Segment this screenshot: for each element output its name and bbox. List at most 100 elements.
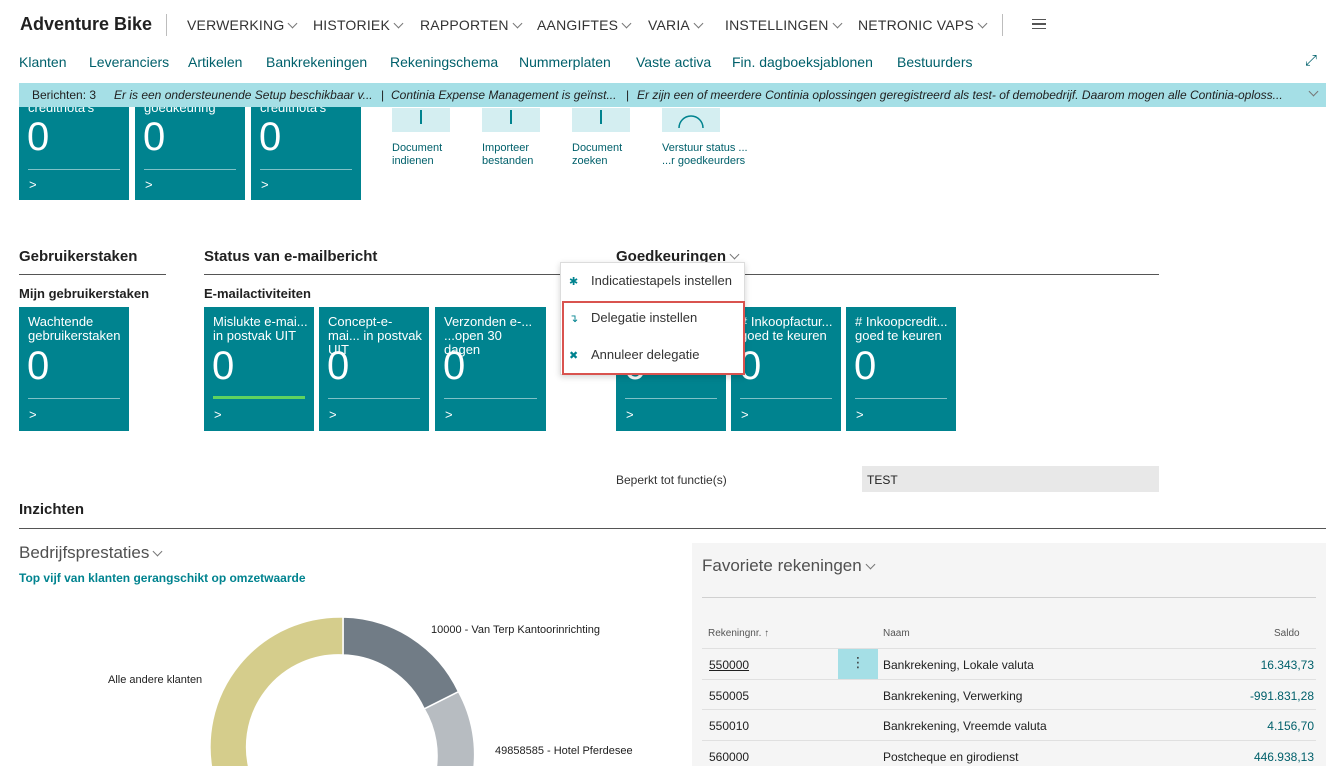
- cell-name: Postcheque en girodienst: [883, 750, 1019, 764]
- chevron-down-icon: [977, 18, 988, 29]
- action-label[interactable]: Verstuur status ... ...r goedkeurders: [662, 142, 748, 168]
- chevron-down-icon[interactable]: [1308, 86, 1319, 97]
- table-row[interactable]: 560000 Postcheque en girodienst 446.938,…: [702, 740, 1316, 766]
- notification-bar[interactable]: Berichten: 3 Er is een ondersteunende Se…: [19, 83, 1326, 107]
- menu-item-label: Indicatiestapels instellen: [591, 273, 732, 288]
- navlink-bankrekeningen[interactable]: Bankrekeningen: [266, 54, 367, 70]
- chevron-down-icon: [621, 18, 632, 29]
- divider: [166, 14, 167, 36]
- navlink-klanten[interactable]: Klanten: [19, 54, 66, 70]
- chevron-right-icon: >: [445, 407, 453, 422]
- notification-message[interactable]: Continia Expense Management is geïnst...: [391, 88, 616, 102]
- notification-count[interactable]: Berichten: 3: [32, 88, 96, 102]
- action-label[interactable]: Importeer bestanden: [482, 142, 533, 168]
- cue-tile-wachtende-gebruikerstaken[interactable]: Wachtende gebruikerstaken 0 >: [19, 307, 129, 431]
- chevron-right-icon: >: [741, 407, 749, 422]
- hamburger-menu-icon[interactable]: [1032, 19, 1046, 29]
- cue-tile-mislukte-email[interactable]: Mislukte e-mai... in postvak UIT 0 >: [204, 307, 314, 431]
- action-label[interactable]: Document indienen: [392, 142, 442, 168]
- separator: |: [381, 88, 385, 102]
- action-label[interactable]: Document zoeken: [572, 142, 622, 168]
- chevron-down-icon: [152, 546, 163, 557]
- tile-value: 0: [259, 115, 282, 159]
- cue-tile-concept-email[interactable]: Concept-e-mai... in postvak UIT 0 >: [319, 307, 429, 431]
- tile-value: 0: [854, 344, 877, 388]
- divider: [625, 398, 717, 399]
- cue-tile[interactable]: goedkeuring 0 >: [135, 107, 245, 200]
- action-document-indienen[interactable]: [392, 108, 450, 132]
- divider: [1002, 14, 1003, 36]
- navlink-leveranciers[interactable]: Leveranciers: [89, 54, 169, 70]
- expand-icon[interactable]: ⤢: [1305, 52, 1317, 69]
- cell-nr[interactable]: 550010: [709, 719, 749, 733]
- tile-label: Mislukte e-mai... in postvak UIT: [213, 314, 308, 343]
- menu-instellingen[interactable]: INSTELLINGEN: [725, 17, 842, 33]
- company-name[interactable]: Adventure Bike: [20, 14, 152, 35]
- menu-aangiftes[interactable]: AANGIFTES: [537, 17, 632, 33]
- cue-tile[interactable]: creditnota's 0 >: [19, 107, 129, 200]
- menu-historiek[interactable]: HISTORIEK: [313, 17, 404, 33]
- navlink-rekeningschema[interactable]: Rekeningschema: [390, 54, 498, 70]
- menu-item-indicatiestapels[interactable]: ✱ Indicatiestapels instellen: [569, 273, 732, 288]
- function-field[interactable]: TEST: [862, 466, 1159, 492]
- tile-value: 0: [27, 344, 50, 388]
- divider: [144, 169, 236, 170]
- chevron-down-icon: [287, 18, 298, 29]
- navlink-nummerplaten[interactable]: Nummerplaten: [519, 54, 611, 70]
- divider: [328, 398, 420, 399]
- chevron-right-icon: >: [626, 407, 634, 422]
- tile-value: 0: [27, 115, 50, 159]
- chevron-right-icon: >: [29, 407, 37, 422]
- cell-saldo[interactable]: -991.831,28: [1250, 689, 1314, 703]
- chevron-right-icon: >: [145, 177, 153, 192]
- tile-label: Wachtende gebruikerstaken: [28, 314, 121, 343]
- section-title-email-status: Status van e-mailbericht: [204, 248, 378, 265]
- column-header-rekeningnr[interactable]: Rekeningnr. ↑: [708, 628, 769, 639]
- navlink-artikelen[interactable]: Artikelen: [188, 54, 242, 70]
- menu-netronic-vaps[interactable]: NETRONIC VAPS: [858, 17, 988, 33]
- chart-subtitle: Top vijf van klanten gerangschikt op omz…: [19, 571, 306, 585]
- menu-label: INSTELLINGEN: [725, 17, 829, 33]
- cue-tile[interactable]: creditnota's 0 >: [251, 107, 361, 200]
- menu-verwerking[interactable]: VERWERKING: [187, 17, 298, 33]
- navlink-vaste-activa[interactable]: Vaste activa: [636, 54, 711, 70]
- bedrijfsprestaties-title[interactable]: Bedrijfsprestaties: [19, 543, 163, 563]
- favorieten-title[interactable]: Favoriete rekeningen: [702, 556, 876, 576]
- table-row[interactable]: 550010 Bankrekening, Vreemde valuta 4.15…: [702, 709, 1316, 739]
- menu-rapporten[interactable]: RAPPORTEN: [420, 17, 523, 33]
- subsection-title: E-mailactiviteiten: [204, 286, 311, 301]
- action-importeer-bestanden[interactable]: [482, 108, 540, 132]
- send-status-icon: [678, 115, 704, 129]
- top-navigation: Adventure Bike VERWERKING HISTORIEK RAPP…: [0, 0, 1333, 48]
- table-row[interactable]: 550000 Bankrekening, Lokale valuta 16.34…: [702, 648, 1316, 678]
- row-actions-icon[interactable]: ⋮: [838, 649, 878, 679]
- notification-message[interactable]: Er is een ondersteunende Setup beschikba…: [114, 88, 373, 102]
- cell-saldo[interactable]: 16.343,73: [1261, 658, 1314, 672]
- cue-tile-inkoopfacturen[interactable]: # Inkoopfactur... goed te keuren 0 >: [731, 307, 841, 431]
- navlink-fin-dagboeksjablonen[interactable]: Fin. dagboeksjablonen: [732, 54, 873, 70]
- cell-nr[interactable]: 560000: [709, 750, 749, 764]
- table-row[interactable]: 550005 Bankrekening, Verwerking -991.831…: [702, 679, 1316, 709]
- donut-slice[interactable]: [209, 616, 344, 766]
- tile-value: 0: [443, 344, 466, 388]
- cue-tile-verzonden-email[interactable]: Verzonden e-... ...open 30 dagen 0 >: [435, 307, 546, 431]
- notification-message[interactable]: Er zijn een of meerdere Continia oplossi…: [637, 88, 1283, 102]
- column-header-saldo[interactable]: Saldo: [1274, 628, 1300, 639]
- menu-label: NETRONIC VAPS: [858, 17, 974, 33]
- divider: [28, 169, 120, 170]
- cell-saldo[interactable]: 4.156,70: [1267, 719, 1314, 733]
- menu-label: AANGIFTES: [537, 17, 619, 33]
- menu-varia[interactable]: VARIA: [648, 17, 704, 33]
- search-icon: [600, 110, 602, 124]
- cell-saldo[interactable]: 446.938,13: [1254, 750, 1314, 764]
- chevron-down-icon: [865, 559, 876, 570]
- menu-label: VARIA: [648, 17, 690, 33]
- divider: [28, 398, 120, 399]
- action-document-zoeken[interactable]: [572, 108, 630, 132]
- column-header-naam[interactable]: Naam: [883, 628, 910, 639]
- cue-tile-inkoopcreditnotas[interactable]: # Inkoopcredit... goed te keuren 0 >: [846, 307, 956, 431]
- action-verstuur-status[interactable]: [662, 108, 720, 132]
- cell-nr[interactable]: 550000: [709, 658, 749, 672]
- navlink-bestuurders[interactable]: Bestuurders: [897, 54, 972, 70]
- cell-nr[interactable]: 550005: [709, 689, 749, 703]
